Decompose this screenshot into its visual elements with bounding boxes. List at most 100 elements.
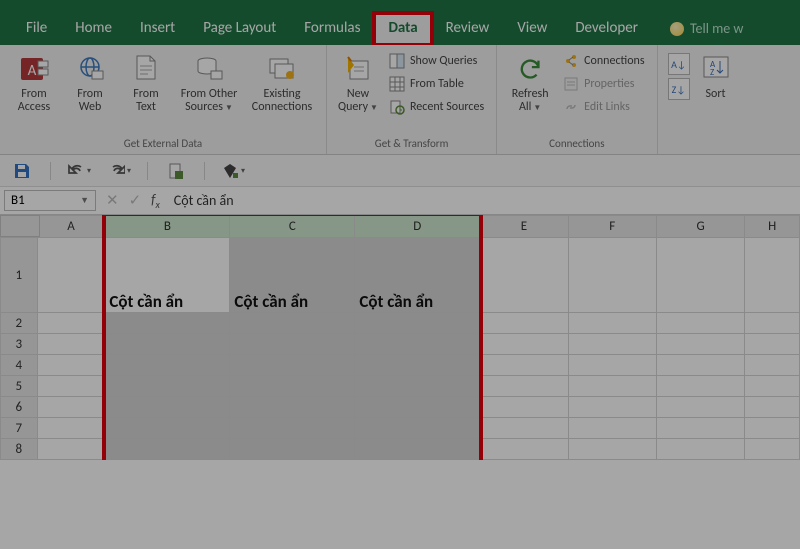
cell-E5[interactable] — [480, 376, 568, 397]
tell-me[interactable]: Tell me w — [660, 14, 753, 45]
cell-D4[interactable] — [355, 355, 480, 376]
cell-B1[interactable]: Cột cần ẩn — [105, 238, 230, 313]
confirm-edit-icon[interactable]: ✓ — [129, 191, 142, 210]
from-text-button[interactable]: From Text — [118, 49, 174, 114]
cell-A5[interactable] — [37, 376, 105, 397]
tab-page-layout[interactable]: Page Layout — [189, 13, 290, 45]
cell-A3[interactable] — [37, 334, 105, 355]
cell-H5[interactable] — [745, 376, 800, 397]
row-header-2[interactable]: 2 — [1, 313, 38, 334]
column-header-D[interactable]: D — [355, 216, 480, 238]
tab-view[interactable]: View — [503, 13, 561, 45]
edit-links-button[interactable]: Edit Links — [557, 97, 650, 117]
cell-F5[interactable] — [568, 376, 656, 397]
cell-F3[interactable] — [568, 334, 656, 355]
cell-E8[interactable] — [480, 439, 568, 460]
cell-B2[interactable] — [105, 313, 230, 334]
cell-C5[interactable] — [230, 376, 355, 397]
cell-G8[interactable] — [656, 439, 745, 460]
name-box[interactable]: B1 ▼ — [4, 190, 96, 211]
cell-F6[interactable] — [568, 397, 656, 418]
tab-developer[interactable]: Developer — [561, 13, 652, 45]
cell-G3[interactable] — [656, 334, 745, 355]
from-access-button[interactable]: A From Access — [6, 49, 62, 114]
cell-D7[interactable] — [355, 418, 480, 439]
cell-E7[interactable] — [480, 418, 568, 439]
row-header-4[interactable]: 4 — [1, 355, 38, 376]
cell-G6[interactable] — [656, 397, 745, 418]
cell-D1[interactable]: Cột cần ẩn — [355, 238, 480, 313]
cell-B8[interactable] — [105, 439, 230, 460]
cancel-edit-icon[interactable]: ✕ — [106, 191, 119, 210]
save-button[interactable] — [10, 159, 34, 183]
column-header-H[interactable]: H — [745, 216, 800, 238]
fx-icon[interactable]: fx — [151, 191, 168, 211]
cell-E2[interactable] — [480, 313, 568, 334]
cell-D2[interactable] — [355, 313, 480, 334]
undo-button[interactable]: ▾ — [67, 159, 91, 183]
sort-asc-button[interactable]: A↓ — [668, 53, 690, 75]
select-all-corner[interactable] — [0, 215, 40, 237]
row-header-1[interactable]: 1 — [1, 238, 38, 313]
cell-F8[interactable] — [568, 439, 656, 460]
cell-D8[interactable] — [355, 439, 480, 460]
cell-B7[interactable] — [105, 418, 230, 439]
cell-C8[interactable] — [230, 439, 355, 460]
formula-input[interactable] — [168, 187, 800, 214]
tab-insert[interactable]: Insert — [126, 13, 189, 45]
qat-button-2[interactable]: ▾ — [221, 159, 245, 183]
cell-F1[interactable] — [568, 238, 656, 313]
cell-F2[interactable] — [568, 313, 656, 334]
tab-data[interactable]: Data — [374, 13, 431, 45]
connections-button[interactable]: Connections — [557, 51, 650, 71]
cell-F4[interactable] — [568, 355, 656, 376]
cell-E4[interactable] — [480, 355, 568, 376]
cell-E1[interactable] — [480, 238, 568, 313]
cell-B5[interactable] — [105, 376, 230, 397]
cell-H4[interactable] — [745, 355, 800, 376]
cell-A1[interactable] — [37, 238, 105, 313]
cell-H6[interactable] — [745, 397, 800, 418]
column-header-A[interactable]: A — [37, 216, 105, 238]
cell-C3[interactable] — [230, 334, 355, 355]
from-table-button[interactable]: From Table — [383, 74, 490, 94]
from-other-sources-button[interactable]: From Other Sources▼ — [174, 49, 244, 115]
column-header-C[interactable]: C — [230, 216, 355, 238]
cell-G4[interactable] — [656, 355, 745, 376]
new-query-button[interactable]: New Query▼ — [333, 49, 383, 115]
cell-E6[interactable] — [480, 397, 568, 418]
cell-D6[interactable] — [355, 397, 480, 418]
row-header-5[interactable]: 5 — [1, 376, 38, 397]
tab-review[interactable]: Review — [432, 13, 504, 45]
cell-D3[interactable] — [355, 334, 480, 355]
cell-H2[interactable] — [745, 313, 800, 334]
row-header-6[interactable]: 6 — [1, 397, 38, 418]
cell-G7[interactable] — [656, 418, 745, 439]
column-header-G[interactable]: G — [656, 216, 745, 238]
recent-sources-button[interactable]: Recent Sources — [383, 97, 490, 117]
refresh-all-button[interactable]: Refresh All▼ — [503, 49, 557, 115]
tab-home[interactable]: Home — [61, 13, 126, 45]
properties-button[interactable]: Properties — [557, 74, 650, 94]
row-header-8[interactable]: 8 — [1, 439, 38, 460]
cell-H1[interactable] — [745, 238, 800, 313]
cell-C7[interactable] — [230, 418, 355, 439]
cell-G2[interactable] — [656, 313, 745, 334]
column-header-F[interactable]: F — [568, 216, 656, 238]
cell-B4[interactable] — [105, 355, 230, 376]
cell-B3[interactable] — [105, 334, 230, 355]
existing-connections-button[interactable]: Existing Connections — [244, 49, 320, 114]
sort-button[interactable]: AZ Sort — [694, 49, 738, 101]
worksheet[interactable]: ABCDEFGH1Cột cần ẩnCột cần ẩnCột cần ẩn2… — [0, 215, 800, 460]
cell-H7[interactable] — [745, 418, 800, 439]
cell-A6[interactable] — [37, 397, 105, 418]
cell-B6[interactable] — [105, 397, 230, 418]
qat-button-1[interactable] — [164, 159, 188, 183]
row-header-3[interactable]: 3 — [1, 334, 38, 355]
cell-A4[interactable] — [37, 355, 105, 376]
cell-A8[interactable] — [37, 439, 105, 460]
cell-H3[interactable] — [745, 334, 800, 355]
sort-desc-button[interactable]: Z↓ — [668, 78, 690, 100]
cell-A7[interactable] — [37, 418, 105, 439]
cell-C1[interactable]: Cột cần ẩn — [230, 238, 355, 313]
